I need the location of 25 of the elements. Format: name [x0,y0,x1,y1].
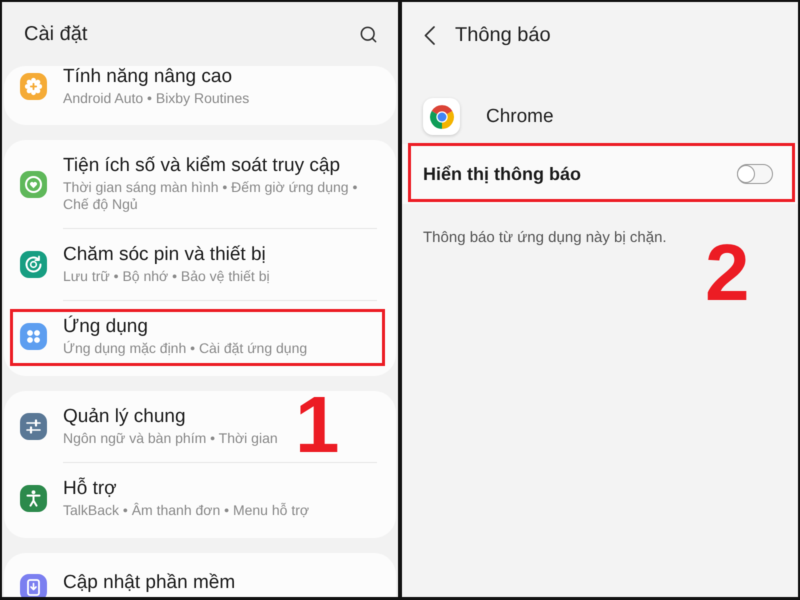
item-title[interactable]: Tiện ích số và kiểm soát truy cập [63,155,363,177]
item-subtitle: Lưu trữ • Bộ nhớ • Bảo vệ thiết bị [63,268,270,285]
blocked-notice: Thông báo từ ứng dụng này bị chặn. [422,228,668,248]
item-title[interactable]: Chăm sóc pin và thiết bị [63,244,270,266]
step-number: 1 [295,385,340,465]
setting-label: Hiển thị thông báo [423,163,581,185]
setting-row[interactable]: Hiển thị thông báo [402,144,798,204]
item-title[interactable]: Tính năng nâng cao [63,66,250,88]
back-icon[interactable] [424,26,435,44]
screen-title: Cài đặt [24,22,88,46]
item-subtitle: Ứng dụng mặc định • Cài đặt ứng dụng [63,340,308,357]
item-title[interactable]: Ứng dụng [63,316,308,338]
item-subtitle: Ngôn ngữ và bàn phím • Thời gian [63,430,278,447]
item-subtitle: Thời gian sáng màn hình • Đếm giờ ứng dụng • Chế độ Ngủ [63,179,358,213]
search-icon[interactable] [359,24,378,44]
item-title[interactable]: Quản lý chung [63,406,278,428]
item-title[interactable]: Cập nhật phần mềm [63,572,236,594]
toggle-switch[interactable] [737,164,773,184]
item-subtitle: TalkBack • Âm thanh đơn • Menu hỗ trợ [63,502,310,519]
app-name: Chrome [486,106,554,128]
item-title[interactable]: Hỗ trợ [63,478,310,500]
screen-title: Thông báo [455,23,551,47]
item-subtitle: Android Auto • Bixby Routines [63,90,250,107]
step-number: 2 [705,233,750,313]
chrome-logo-icon [423,98,460,135]
